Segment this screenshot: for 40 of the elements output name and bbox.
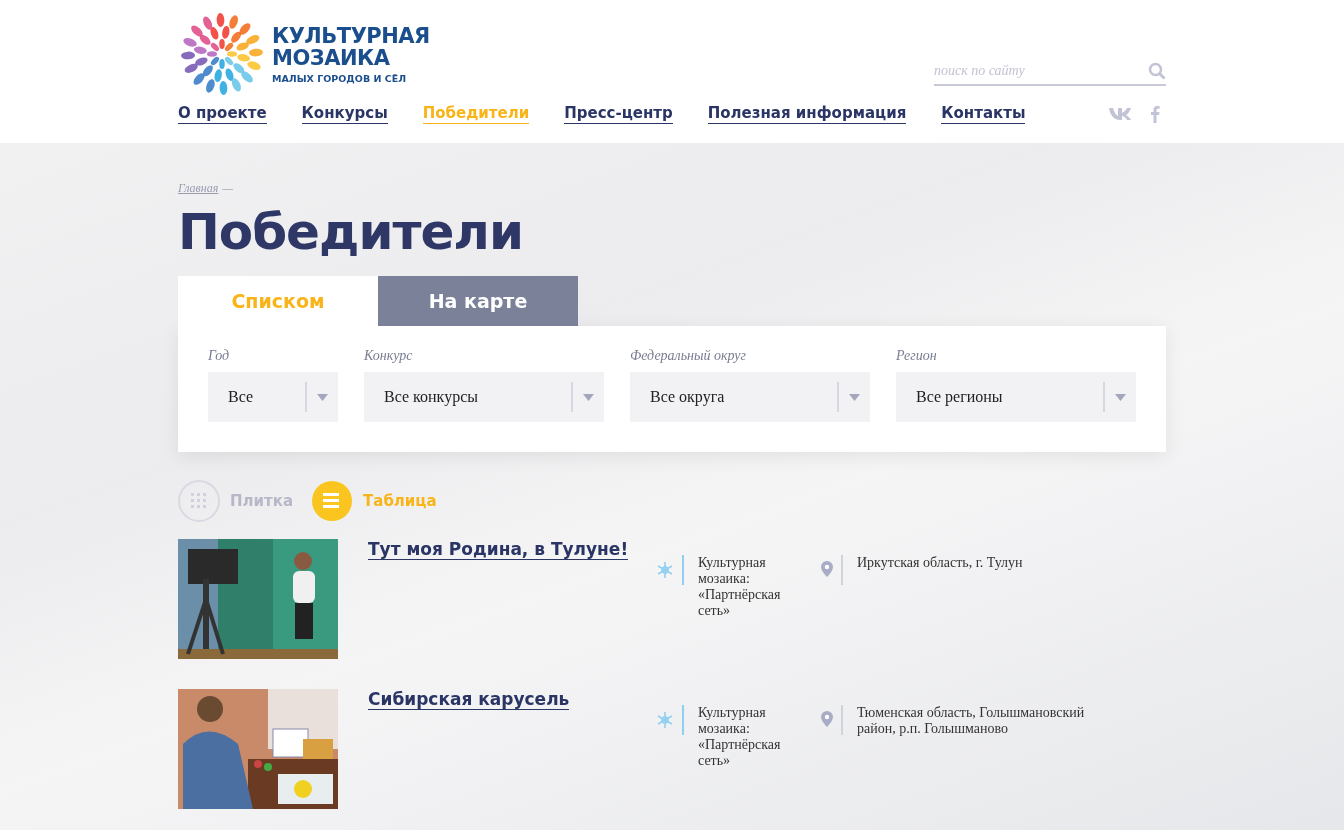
location-pin-icon bbox=[821, 561, 833, 577]
region-text: Тюменская область, Голышмановский район, р.п. Голышманово bbox=[857, 705, 1086, 737]
winner-title-link[interactable]: Тут моя Родина, в Тулуне! bbox=[368, 539, 629, 560]
search-icon[interactable] bbox=[1148, 62, 1166, 80]
facebook-icon[interactable] bbox=[1150, 105, 1160, 123]
dropdown[interactable]: Все округа bbox=[630, 372, 870, 422]
logo-text: КУЛЬТУРНАЯ bbox=[272, 24, 430, 47]
filter-label: Конкурс bbox=[364, 348, 414, 365]
winner-title-link[interactable]: Сибирская карусель bbox=[368, 689, 570, 710]
nav-link[interactable]: Полезная информация bbox=[707, 104, 907, 124]
snowflake-icon bbox=[656, 711, 674, 729]
grid-icon[interactable] bbox=[178, 480, 220, 522]
dropdown[interactable]: Все bbox=[208, 372, 338, 422]
caret-icon bbox=[583, 393, 594, 401]
nav-link[interactable]: Пресс-центр bbox=[564, 104, 673, 124]
location-pin-icon bbox=[821, 711, 833, 727]
caret-icon bbox=[317, 393, 328, 401]
filter-label: Федеральный округ bbox=[630, 348, 748, 365]
snowflake-icon bbox=[656, 561, 674, 579]
caret-icon bbox=[1115, 393, 1126, 401]
breadcrumb-separator: — bbox=[222, 181, 233, 196]
tab[interactable]: На карте bbox=[378, 276, 578, 326]
filter-label: Год bbox=[208, 348, 231, 365]
search-field[interactable]: поиск по сайту bbox=[934, 63, 1148, 79]
nav-link[interactable]: О проекте bbox=[178, 104, 267, 124]
list-icon[interactable] bbox=[311, 480, 354, 522]
caret-icon bbox=[849, 393, 860, 401]
contest-name: Культурная мозаика: «Партнёрская сеть» bbox=[698, 555, 782, 619]
nav-link[interactable]: Конкурсы bbox=[301, 104, 388, 124]
page-title: Победители bbox=[178, 202, 524, 262]
filter-label: Регион bbox=[896, 348, 938, 365]
dropdown[interactable]: Все конкурсы bbox=[364, 372, 604, 422]
contest-name: Культурная мозаика: «Партнёрская сеть» bbox=[698, 705, 782, 769]
logo-icon bbox=[180, 12, 264, 96]
logo-text: МАЛЫХ ГОРОДОВ И СЁЛ bbox=[272, 72, 408, 84]
region-text: Иркутская область, г. Тулун bbox=[857, 555, 1024, 571]
dropdown[interactable]: Все регионы bbox=[896, 372, 1136, 422]
nav-link[interactable]: Контакты bbox=[941, 104, 1026, 124]
logo-text: МОЗАИКА bbox=[272, 46, 391, 69]
vk-icon[interactable] bbox=[1108, 107, 1132, 121]
